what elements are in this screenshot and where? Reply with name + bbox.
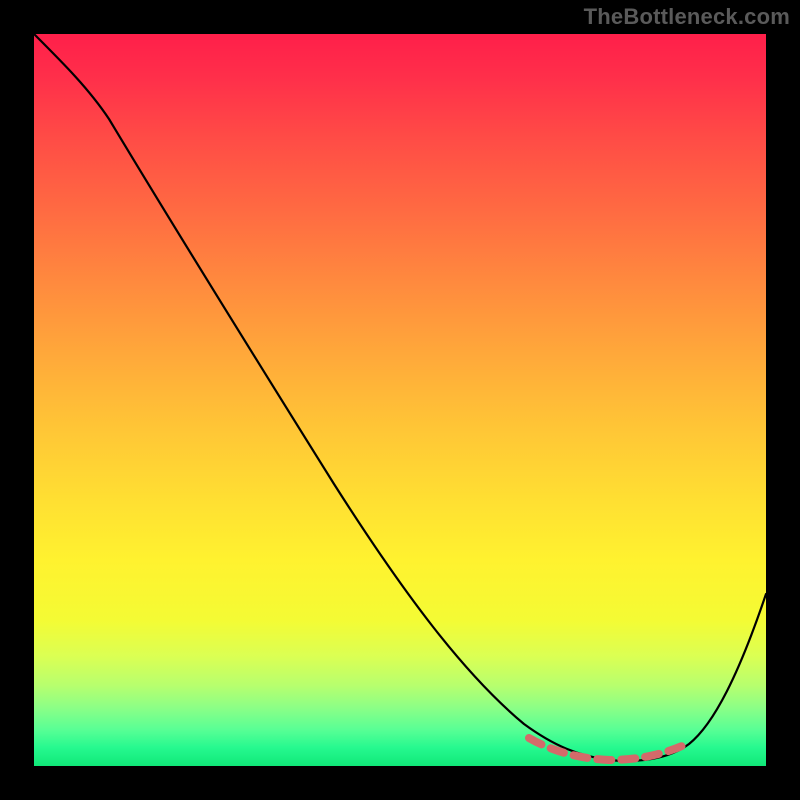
chart-svg xyxy=(34,34,766,766)
chart-frame: TheBottleneck.com xyxy=(0,0,800,800)
watermark-text: TheBottleneck.com xyxy=(584,4,790,30)
plot-area xyxy=(34,34,766,766)
bottleneck-curve-path xyxy=(34,34,766,761)
